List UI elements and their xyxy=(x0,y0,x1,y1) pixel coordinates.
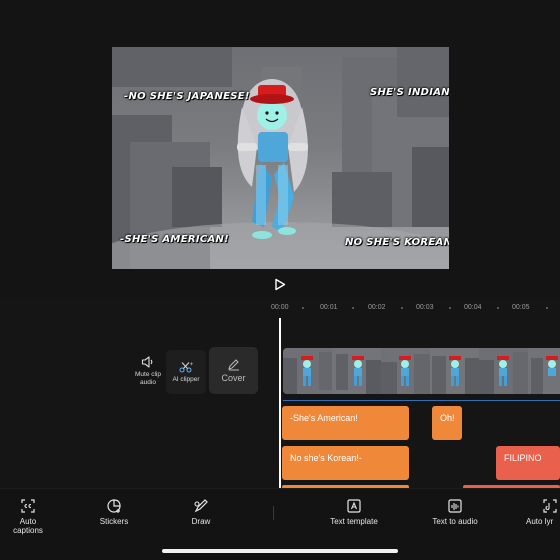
ruler-dot xyxy=(449,307,451,309)
text-clip[interactable]: No she's Korean!- xyxy=(282,446,409,480)
ruler-label: 00:04 xyxy=(464,304,482,311)
ruler-label: 00:03 xyxy=(416,304,434,311)
playhead[interactable] xyxy=(279,318,281,490)
clip-thumbnail xyxy=(381,348,430,394)
clip-thumbnail xyxy=(430,348,479,394)
ruler-label: 00:05 xyxy=(512,304,530,311)
caption-top-right: She's Indian!- xyxy=(370,87,449,98)
text-template-icon xyxy=(347,499,361,513)
auto-captions-icon xyxy=(21,499,35,513)
ruler-label: 00:00 xyxy=(271,304,289,311)
cover-button[interactable]: Cover xyxy=(209,347,258,394)
ai-clipper-icon xyxy=(179,361,194,373)
stickers-label: Stickers xyxy=(99,517,129,526)
stickers-icon xyxy=(107,499,121,513)
ruler-dot xyxy=(497,307,499,309)
auto-captions-label: Auto captions xyxy=(13,517,43,535)
caption-bottom-left: -She's American! xyxy=(120,234,230,245)
play-button[interactable] xyxy=(270,274,290,294)
text-template-button[interactable]: Text template xyxy=(323,498,385,526)
auto-lyrics-label: Auto lyr xyxy=(526,517,554,526)
stickers-button[interactable]: Stickers xyxy=(94,498,134,526)
text-clip[interactable]: FILIPINO xyxy=(496,446,560,480)
ai-clipper-button[interactable]: AI clipper xyxy=(166,350,206,394)
time-ruler[interactable]: 00:00 00:01 00:02 00:03 00:04 00:05 xyxy=(0,298,560,318)
ruler-dot xyxy=(302,307,304,309)
draw-button[interactable]: Draw xyxy=(181,498,221,526)
pencil-icon xyxy=(227,358,239,370)
draw-icon xyxy=(194,499,208,513)
text-clip[interactable]: -She's American! xyxy=(282,406,409,440)
ruler-label: 00:02 xyxy=(368,304,386,311)
text-to-audio-button[interactable]: Text to audio xyxy=(424,498,486,526)
video-preview[interactable]: -No she's Japanese! She's Indian!- -She'… xyxy=(112,47,449,269)
toolbar-divider xyxy=(273,506,274,520)
clip-thumbnail xyxy=(283,348,332,394)
text-template-label: Text template xyxy=(330,517,378,526)
auto-lyrics-icon xyxy=(543,499,557,513)
clip-thumbnail xyxy=(528,348,560,394)
ruler-dot xyxy=(352,307,354,309)
audio-waveform-line xyxy=(283,400,560,401)
caption-bottom-right: No she's Korean!- xyxy=(345,237,449,248)
mute-clip-audio-button[interactable]: Mute clip audio xyxy=(128,356,168,386)
cover-label: Cover xyxy=(221,372,246,383)
ruler-dot xyxy=(546,307,548,309)
ruler-label: 00:01 xyxy=(320,304,338,311)
text-to-audio-label: Text to audio xyxy=(432,517,478,526)
ai-clipper-label: AI clipper xyxy=(172,375,200,383)
home-indicator[interactable] xyxy=(162,549,398,553)
ruler-dot xyxy=(401,307,403,309)
caption-top-left: -No she's Japanese! xyxy=(124,91,250,102)
draw-label: Draw xyxy=(191,517,211,526)
clip-thumbnail xyxy=(332,348,381,394)
auto-captions-button[interactable]: Auto captions xyxy=(8,498,48,535)
text-clip[interactable]: Oh! xyxy=(432,406,462,440)
text-to-audio-icon xyxy=(448,499,462,513)
play-icon xyxy=(275,278,286,290)
mute-clip-audio-label: Mute clip audio xyxy=(134,371,161,386)
clip-thumbnail xyxy=(479,348,528,394)
speaker-icon xyxy=(141,356,153,368)
video-clip-track[interactable] xyxy=(283,348,560,394)
auto-lyrics-button[interactable]: Auto lyr xyxy=(526,498,560,526)
